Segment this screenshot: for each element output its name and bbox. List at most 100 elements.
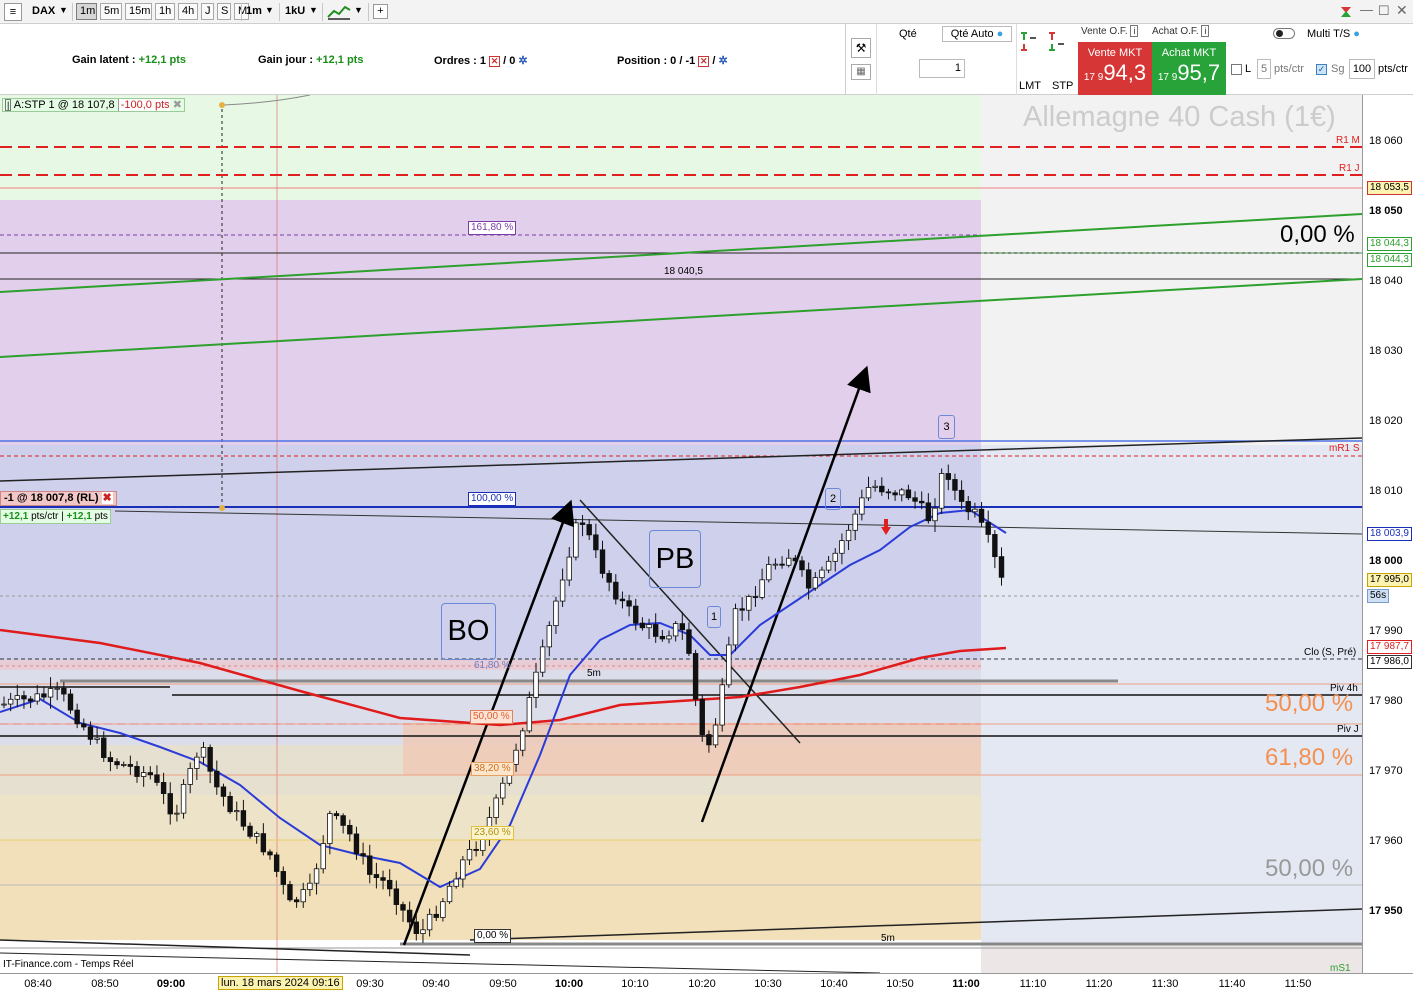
candle-body: [247, 825, 253, 837]
candle-body: [925, 502, 932, 522]
timeframe-label: 5m: [587, 668, 601, 679]
sg-label: Sg: [1331, 63, 1345, 75]
candle-body: [87, 726, 94, 740]
candle-body: [180, 783, 187, 814]
minimize-icon[interactable]: —: [1360, 2, 1373, 17]
menu-icon[interactable]: ≡: [4, 3, 22, 21]
wrench-icon[interactable]: ⚒: [851, 38, 871, 58]
candle-body: [426, 913, 433, 931]
price-tick: 17 970: [1369, 765, 1403, 777]
timeframe-button-5m[interactable]: 5m: [100, 3, 122, 20]
candle-body: [154, 774, 160, 783]
candle-body: [34, 693, 40, 702]
timeframe-button-1m[interactable]: 1m: [76, 3, 97, 20]
pct-label-top: 0,00 %: [1280, 221, 1355, 248]
gear-icon[interactable]: ✲: [719, 55, 728, 67]
price-tick: 18 030: [1369, 345, 1403, 357]
multi-ts-toggle[interactable]: [1273, 28, 1295, 39]
chevron-down-icon[interactable]: ▼: [265, 5, 274, 15]
candle-body: [653, 624, 659, 637]
candle-body: [220, 786, 227, 797]
timeframe-button-s[interactable]: S: [217, 3, 231, 20]
candle-body: [772, 563, 779, 566]
candle-body: [972, 508, 978, 513]
position-tag[interactable]: -1 @ 18 007,8 (RL) ✖: [0, 491, 117, 506]
ordres-count: 1: [479, 55, 486, 67]
gear-icon[interactable]: ✲: [518, 55, 527, 67]
stp-order-icon[interactable]: [1046, 30, 1066, 54]
time-axis[interactable]: 08:40 08:50 09:00 09:30 09:40 09:50 10:0…: [0, 973, 1413, 994]
candle-body: [500, 782, 506, 799]
candle-body: [992, 534, 998, 558]
candle-body: [273, 854, 280, 872]
chevron-down-icon[interactable]: ▼: [354, 5, 363, 15]
add-indicator-icon[interactable]: +: [373, 4, 388, 19]
symbol-selector[interactable]: DAX: [32, 5, 55, 17]
candle-body: [94, 737, 100, 740]
qte-auto-toggle[interactable]: Qté Auto ●: [942, 26, 1012, 42]
candle-body: [61, 687, 67, 695]
chart-type-icon[interactable]: [326, 3, 352, 21]
price-axis[interactable]: 18 060 18 050 18 040 18 030 18 020 18 01…: [1362, 95, 1413, 973]
qte-input[interactable]: 1: [919, 59, 965, 78]
price-tick: 17 990: [1369, 625, 1403, 637]
timeframe-button-1h[interactable]: 1h: [155, 3, 175, 20]
l-input[interactable]: 5: [1257, 59, 1271, 79]
candle-body: [340, 815, 346, 826]
price-tag: 18 044,3: [1367, 237, 1412, 251]
time-tick: 10:30: [754, 978, 782, 990]
timeframe-button-4h[interactable]: 4h: [178, 3, 198, 20]
period-selector[interactable]: 1m: [246, 5, 262, 17]
candle-body: [533, 671, 539, 698]
vente-price: 94,3: [1103, 60, 1147, 85]
vente-of-label[interactable]: Vente O.F. i: [1081, 25, 1139, 37]
candle-body: [300, 889, 306, 903]
candle-body: [912, 497, 918, 502]
drag-handle-icon[interactable]: |: [5, 99, 12, 111]
close-icon[interactable]: ✕: [1396, 2, 1408, 19]
candle-body: [639, 622, 646, 629]
candle-body: [167, 793, 173, 815]
wave-label: 1: [707, 606, 721, 628]
chevron-down-icon[interactable]: ▼: [59, 5, 68, 15]
chevron-down-icon[interactable]: ▼: [309, 5, 318, 15]
timeframe-button-j[interactable]: J: [201, 3, 214, 20]
candle-body: [267, 851, 273, 856]
annotation-bo: BO: [441, 603, 496, 660]
price-tick: 17 980: [1369, 695, 1403, 707]
achat-mkt-button[interactable]: Achat MKT 17 995,7: [1152, 42, 1226, 95]
candle-body: [759, 579, 765, 598]
stop-order-tag[interactable]: | A:STP 1 @ 18 107,8 -100,0 pts ✖: [2, 98, 185, 112]
fib-label: 161,80 %: [468, 221, 517, 235]
lmt-order-icon[interactable]: [1018, 30, 1038, 54]
candle-body: [287, 884, 293, 901]
close-icon[interactable]: ✖: [173, 99, 182, 111]
candle-body: [746, 596, 752, 611]
sg-input[interactable]: 100: [1349, 59, 1375, 79]
candle-body: [752, 596, 759, 598]
maximize-icon[interactable]: ☐: [1378, 3, 1390, 19]
achat-of-label[interactable]: Achat O.F. i: [1152, 25, 1210, 37]
candle-body: [672, 623, 679, 637]
price-chart[interactable]: Allemagne 40 Cash (1€) | A:STP 1 @ 18 10…: [0, 95, 1362, 973]
l-checkbox[interactable]: [1231, 64, 1242, 75]
price-tick: 18 020: [1369, 415, 1403, 427]
candle-body: [792, 557, 799, 562]
candle-body: [952, 479, 958, 491]
keyboard-icon[interactable]: ▦: [851, 64, 871, 80]
multi-ts-label: Multi T/S ●: [1307, 28, 1360, 40]
close-icon[interactable]: ✖: [101, 492, 113, 504]
candle-body: [719, 684, 725, 726]
candle-body: [433, 913, 439, 918]
sg-checkbox[interactable]: ✓: [1316, 64, 1327, 75]
candle-body: [367, 855, 373, 875]
vente-mkt-button[interactable]: Vente MKT 17 994,3: [1078, 42, 1152, 95]
candle-body: [313, 868, 320, 884]
price-tag: 17 995,0: [1367, 573, 1412, 587]
candle-body: [692, 653, 699, 700]
ms1-label: mS1: [1330, 963, 1351, 973]
units-selector[interactable]: 1kU: [285, 5, 305, 17]
close-icon[interactable]: ✕: [489, 55, 501, 67]
close-icon[interactable]: ✕: [698, 55, 710, 67]
timeframe-button-15m[interactable]: 15m: [125, 3, 152, 20]
